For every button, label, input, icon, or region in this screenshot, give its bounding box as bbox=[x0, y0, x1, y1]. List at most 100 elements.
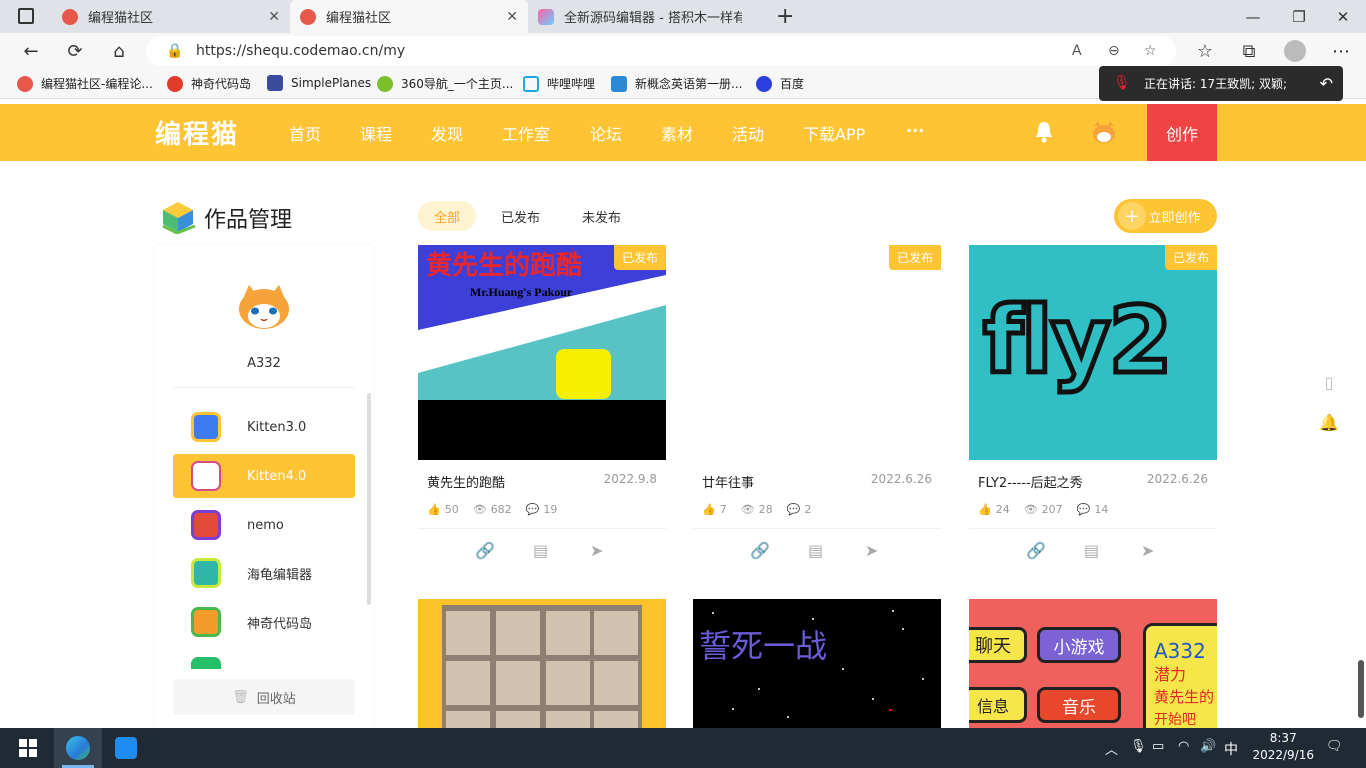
site-logo[interactable]: 编程猫 bbox=[155, 114, 239, 151]
new-tab-button[interactable]: + bbox=[776, 4, 794, 29]
bookmark-baidu[interactable]: 百度 bbox=[756, 75, 804, 92]
send-icon[interactable]: ➤ bbox=[1141, 541, 1154, 560]
mobile-icon[interactable]: ▯ bbox=[1309, 362, 1349, 402]
restore-button[interactable]: ❐ bbox=[1276, 0, 1322, 33]
thumbs-up-icon: 👍 bbox=[702, 503, 716, 516]
tab-actions-icon[interactable] bbox=[18, 8, 34, 24]
refresh-button[interactable]: ⟳ bbox=[60, 37, 90, 65]
home-button[interactable]: ⌂ bbox=[104, 37, 134, 65]
novel-icon bbox=[191, 657, 221, 669]
work-thumbnail[interactable]: fly2 已发布 bbox=[969, 245, 1217, 460]
sidebar-item-kitten4[interactable]: Kitten4.0 bbox=[173, 454, 355, 498]
favorites-icon[interactable]: ☆ bbox=[1190, 37, 1220, 65]
more-menu-icon[interactable]: ⋯ bbox=[1326, 37, 1356, 65]
zoom-icon[interactable]: ⊖ bbox=[1108, 43, 1120, 59]
bookmark-nce[interactable]: 新概念英语第一册... bbox=[611, 75, 742, 92]
sidebar-item-kitten3[interactable]: Kitten3.0 bbox=[173, 405, 355, 449]
user-avatar[interactable] bbox=[1091, 120, 1117, 144]
nav-discover[interactable]: 发现 bbox=[431, 121, 463, 145]
work-card-thumbnail[interactable]: 誓死一战 bbox=[693, 599, 941, 729]
bell-icon[interactable] bbox=[1034, 120, 1054, 144]
work-thumbnail[interactable]: 已发布 bbox=[693, 245, 941, 460]
document-icon[interactable]: ▤ bbox=[533, 541, 548, 560]
close-icon[interactable]: ✕ bbox=[506, 9, 518, 25]
sidebar-item-codeisland[interactable]: 神奇代码岛 bbox=[173, 600, 355, 644]
wifi-icon[interactable]: ◠ bbox=[1178, 739, 1189, 754]
bookmark-360[interactable]: 360导航_一个主页... bbox=[377, 75, 513, 92]
edge-taskbar-icon[interactable] bbox=[54, 728, 102, 768]
sidebar-item-turtle[interactable]: 海龟编辑器 bbox=[173, 551, 355, 595]
browser-tab-1[interactable]: 编程猫社区 ✕ bbox=[52, 0, 290, 33]
menu-button-music: 音乐 bbox=[1037, 687, 1121, 723]
bookmark-codemao[interactable]: 编程猫社区-编程论... bbox=[17, 75, 153, 92]
work-card[interactable]: fly2 已发布 FLY2-----后起之秀 2022.6.26 👍 24 👁 20… bbox=[969, 245, 1217, 572]
create-now-button[interactable]: + 立即创作 bbox=[1114, 199, 1217, 233]
browser-tab-2[interactable]: 编程猫社区 ✕ bbox=[290, 0, 528, 33]
collapse-arrow-icon[interactable]: ↶ bbox=[1320, 74, 1333, 93]
read-aloud-icon[interactable]: A bbox=[1072, 43, 1082, 59]
link-icon[interactable]: 🔗 bbox=[475, 541, 495, 560]
nav-studio[interactable]: 工作室 bbox=[502, 121, 550, 145]
send-icon[interactable]: ➤ bbox=[865, 541, 878, 560]
work-thumbnail[interactable]: 黄先生的跑酷 Mr.Huang's Pakour 已发布 bbox=[418, 245, 666, 460]
tab-title: 编程猫社区 bbox=[326, 11, 392, 26]
browser-tab-3[interactable]: 全新源码编辑器 - 搭积木一样有趣 bbox=[528, 0, 766, 33]
collections-icon[interactable]: ⧉ bbox=[1234, 37, 1264, 65]
work-card-thumbnail[interactable]: 聊天 小游戏 信息 音乐 A332 潜力 黄先生的 开始吧 bbox=[969, 599, 1217, 729]
document-icon[interactable]: ▤ bbox=[808, 541, 823, 560]
sidebar-scrollbar[interactable] bbox=[367, 393, 371, 605]
back-button[interactable]: ← bbox=[16, 37, 46, 65]
sidebar-item-novel[interactable]: 小说 bbox=[173, 653, 355, 669]
bookmark-simpleplanes[interactable]: SimplePlanes bbox=[267, 75, 371, 91]
create-button[interactable]: 创作 bbox=[1147, 104, 1217, 161]
work-card-thumbnail[interactable] bbox=[418, 599, 666, 729]
send-icon[interactable]: ➤ bbox=[590, 541, 603, 560]
bookmark-bilibili[interactable]: 哔哩哔哩 bbox=[523, 75, 595, 92]
start-button[interactable] bbox=[4, 728, 52, 768]
microphone-muted-icon: 🎙 bbox=[1113, 75, 1131, 91]
sidebar-item-label: Kitten4.0 bbox=[247, 468, 307, 484]
microphone-icon[interactable]: 🎙 bbox=[1130, 739, 1147, 754]
favorite-add-icon[interactable]: ☆ bbox=[1144, 43, 1157, 59]
status-badge: 已发布 bbox=[613, 245, 666, 270]
document-icon[interactable]: ▤ bbox=[1084, 541, 1099, 560]
filter-all[interactable]: 全部 bbox=[418, 201, 477, 231]
ime-indicator[interactable]: 中 bbox=[1224, 739, 1238, 759]
notification-icon[interactable]: 🔔 bbox=[1309, 402, 1349, 442]
nav-home[interactable]: 首页 bbox=[289, 121, 321, 145]
filter-published[interactable]: 已发布 bbox=[485, 201, 556, 231]
link-icon[interactable]: 🔗 bbox=[1026, 541, 1046, 560]
nav-forum[interactable]: 论坛 bbox=[590, 121, 622, 145]
work-card[interactable]: 已发布 廿年往事 2022.6.26 👍 7 👁 28 💬 2 🔗 ▤ ➤ bbox=[693, 245, 941, 572]
page-scrollbar[interactable] bbox=[1358, 660, 1364, 718]
work-title[interactable]: 黄先生的跑酷 bbox=[427, 472, 505, 491]
filter-unpublished[interactable]: 未发布 bbox=[566, 201, 637, 231]
volume-icon[interactable]: 🔊 bbox=[1200, 739, 1216, 754]
app-taskbar-icon[interactable] bbox=[102, 728, 150, 768]
minimize-button[interactable]: — bbox=[1230, 0, 1276, 33]
codemao-favicon bbox=[62, 8, 78, 25]
nav-events[interactable]: 活动 bbox=[732, 121, 764, 145]
notification-center-icon[interactable]: 🗨 bbox=[1326, 739, 1343, 754]
window-close-button[interactable]: ✕ bbox=[1320, 0, 1366, 33]
chevron-up-icon[interactable]: ︿ bbox=[1105, 739, 1118, 758]
profile-avatar[interactable] bbox=[1280, 37, 1310, 65]
bookmark-codeisland[interactable]: 神奇代码岛 bbox=[167, 75, 251, 92]
nav-download-app[interactable]: 下载APP bbox=[803, 121, 865, 145]
editor-favicon bbox=[538, 8, 554, 25]
work-title[interactable]: FLY2-----后起之秀 bbox=[978, 472, 1083, 491]
sidebar-item-nemo[interactable]: nemo bbox=[173, 503, 355, 547]
address-input[interactable]: 🔒 https://shequ.codemao.cn/my A ⊖ ☆ bbox=[146, 36, 1176, 66]
side-panel-line: 开始吧 bbox=[1154, 712, 1196, 728]
nav-courses[interactable]: 课程 bbox=[360, 121, 392, 145]
battery-icon[interactable]: ▭ bbox=[1152, 739, 1164, 754]
close-icon[interactable]: ✕ bbox=[268, 9, 280, 25]
nav-more[interactable]: ··· bbox=[906, 121, 924, 140]
system-clock[interactable]: 8:37 2022/9/16 bbox=[1252, 730, 1314, 764]
work-card[interactable]: 黄先生的跑酷 Mr.Huang's Pakour 已发布 黄先生的跑酷 2022… bbox=[418, 245, 666, 572]
work-title[interactable]: 廿年往事 bbox=[702, 472, 754, 491]
nav-materials[interactable]: 素材 bbox=[661, 121, 693, 145]
trash-button[interactable]: 🗑 回收站 bbox=[173, 679, 355, 715]
link-icon[interactable]: 🔗 bbox=[750, 541, 770, 560]
browser-toolbar: ← ⟳ ⌂ 🔒 https://shequ.codemao.cn/my A ⊖ … bbox=[0, 33, 1366, 69]
